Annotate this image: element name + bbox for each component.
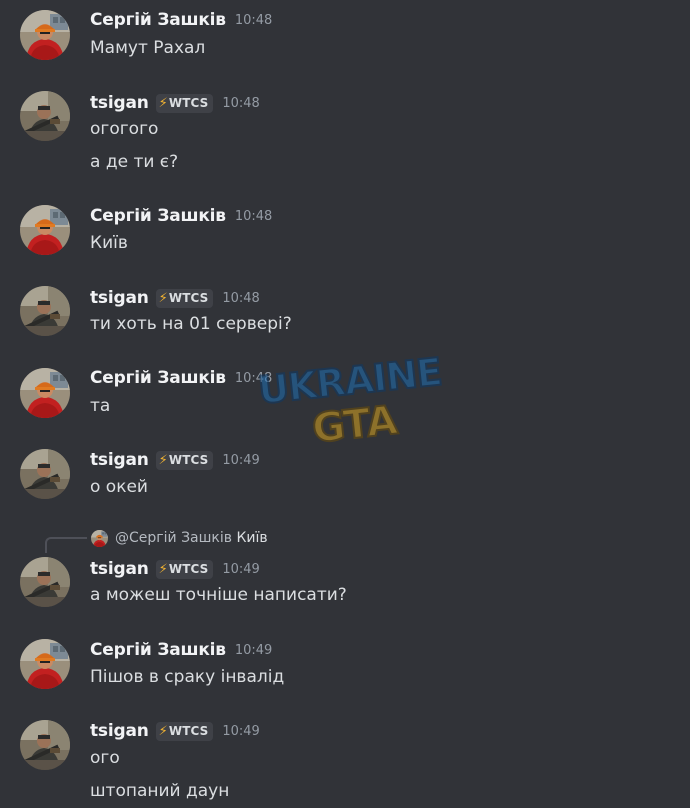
avatar[interactable] <box>20 205 70 255</box>
reply-mention[interactable]: @Сергій Зашків <box>115 530 232 546</box>
username[interactable]: tsigan <box>90 450 149 470</box>
timestamp[interactable]: 10:49 <box>235 643 272 658</box>
message-header: tsigan ⚡ WTCS 10:49 <box>90 720 260 742</box>
timestamp[interactable]: 10:49 <box>222 562 259 577</box>
username[interactable]: Сергій Зашків <box>90 10 226 30</box>
timestamp[interactable]: 10:49 <box>222 453 259 468</box>
username[interactable]: tsigan <box>90 288 149 308</box>
server-tag[interactable]: ⚡ WTCS <box>155 93 214 113</box>
ukraine-gta-watermark-logo: UKRAINE GTA <box>255 352 444 452</box>
message-header: tsigan ⚡ WTCS 10:49 <box>90 449 260 471</box>
message-text: а можеш точніше написати? <box>90 585 347 605</box>
avatar[interactable] <box>20 639 70 689</box>
timestamp[interactable]: 10:49 <box>222 724 259 739</box>
avatar[interactable] <box>20 10 70 60</box>
username[interactable]: Сергій Зашків <box>90 368 226 388</box>
message-header: tsigan ⚡ WTCS 10:48 <box>90 287 260 309</box>
message-text: огогого <box>90 119 159 139</box>
lightning-bolt-icon: ⚡ <box>158 95 168 111</box>
lightning-bolt-icon: ⚡ <box>158 723 168 739</box>
reply-spine <box>45 537 87 553</box>
username[interactable]: tsigan <box>90 559 149 579</box>
message-header: Сергій Зашків 10:48 <box>90 9 272 31</box>
username[interactable]: tsigan <box>90 721 149 741</box>
message-text: Київ <box>90 233 128 253</box>
timestamp[interactable]: 10:48 <box>222 291 259 306</box>
server-tag-label: WTCS <box>168 724 209 738</box>
server-tag[interactable]: ⚡ WTCS <box>155 559 214 579</box>
avatar[interactable] <box>20 91 70 141</box>
message-header: Сергій Зашків 10:49 <box>90 639 272 661</box>
avatar[interactable] <box>20 557 70 607</box>
message-text: ого <box>90 748 120 768</box>
avatar[interactable] <box>20 449 70 499</box>
message-text: штопаний даун <box>90 781 230 801</box>
timestamp[interactable]: 10:48 <box>222 96 259 111</box>
lightning-bolt-icon: ⚡ <box>158 290 168 306</box>
chat-message-list: Сергій Зашків 10:48 Мамут Рахал tsigan ⚡… <box>0 0 690 808</box>
message-text: ти хоть на 01 сервері? <box>90 314 292 334</box>
reply-avatar[interactable] <box>91 530 108 547</box>
server-tag[interactable]: ⚡ WTCS <box>155 288 214 308</box>
username[interactable]: tsigan <box>90 93 149 113</box>
timestamp[interactable]: 10:48 <box>235 209 272 224</box>
watermark-line2: GTA <box>310 397 400 452</box>
avatar[interactable] <box>20 720 70 770</box>
username[interactable]: Сергій Зашків <box>90 640 226 660</box>
lightning-bolt-icon: ⚡ <box>158 452 168 468</box>
lightning-bolt-icon: ⚡ <box>158 561 168 577</box>
server-tag-label: WTCS <box>168 96 209 110</box>
message-header: Сергій Зашків 10:48 <box>90 205 272 227</box>
message-header: tsigan ⚡ WTCS 10:49 <box>90 558 260 580</box>
message-text: о окей <box>90 477 148 497</box>
message-header: tsigan ⚡ WTCS 10:48 <box>90 92 260 114</box>
message-text: Пішов в сраку інвалід <box>90 667 285 687</box>
reply-content[interactable]: Київ <box>236 530 267 546</box>
server-tag[interactable]: ⚡ WTCS <box>155 450 214 470</box>
server-tag-label: WTCS <box>168 453 209 467</box>
server-tag[interactable]: ⚡ WTCS <box>155 721 214 741</box>
server-tag-label: WTCS <box>168 291 209 305</box>
timestamp[interactable]: 10:48 <box>235 13 272 28</box>
avatar[interactable] <box>20 286 70 336</box>
message-header: Сергій Зашків 10:48 <box>90 367 272 389</box>
reply-preview[interactable]: @Сергій Зашків Київ <box>115 527 268 549</box>
message-text: та <box>90 396 111 416</box>
message-text: а де ти є? <box>90 152 179 172</box>
username[interactable]: Сергій Зашків <box>90 206 226 226</box>
avatar[interactable] <box>20 368 70 418</box>
server-tag-label: WTCS <box>168 562 209 576</box>
message-text: Мамут Рахал <box>90 38 206 58</box>
